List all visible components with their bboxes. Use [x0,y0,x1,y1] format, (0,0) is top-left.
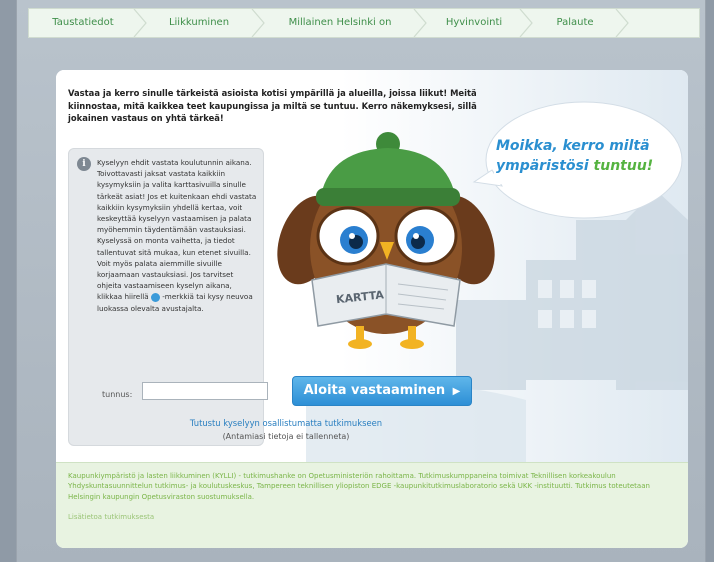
greeting-bubble-text: Moikka, kerro miltä ympäristösi tuntuu! [496,136,684,176]
step-navigation: Taustatiedot Liikkuminen Millainen Helsi… [28,8,700,38]
tunnus-input[interactable] [142,382,268,400]
chevron-divider-icon [251,9,265,37]
main-panel: Vastaa ja kerro sinulle tärkeistä asiois… [56,70,688,548]
chevron-divider-icon [413,9,427,37]
tunnus-label: tunnus: [102,390,133,399]
chevron-divider-icon [615,9,629,37]
greeting-line2-highlight: tuntuu! [593,158,654,174]
more-info-link[interactable]: Lisätietoa tutkimuksesta [68,513,154,521]
play-arrow-icon: ▶ [452,386,461,397]
info-icon: i [77,157,91,171]
chevron-divider-icon [519,9,533,37]
info-box: i Kyselyyn ehdit vastata koulutunnin aik… [68,148,264,446]
footer-text: Kaupunkiympäristö ja lasten liikkuminen … [68,472,650,501]
info-text-main: Kyselyyn ehdit vastata koulutunnin aikan… [97,158,257,302]
intro-text: Vastaa ja kerro sinulle tärkeistä asiois… [68,88,477,123]
nav-item-millainen-helsinki[interactable]: Millainen Helsinki on [265,9,415,37]
nav-item-hyvinvointi[interactable]: Hyvinvointi [427,9,521,37]
chevron-divider-icon [133,9,147,37]
data-not-saved-note: (Antamiasi tietoja ei tallenneta) [222,432,350,441]
footer: Kaupunkiympäristö ja lasten liikkuminen … [56,462,688,548]
greeting-line1: Moikka, kerro miltä [496,138,650,154]
greeting-line2: ympäristösi [496,158,589,174]
owl-mascot-illustration: KARTTA [277,132,495,349]
start-button-label: Aloita vastaaminen [303,383,446,398]
nav-item-liikkuminen[interactable]: Liikkuminen [147,9,251,37]
nav-item-taustatiedot[interactable]: Taustatiedot [31,9,135,37]
explore-without-participating-link[interactable]: Tutustu kyselyyn osallistumatta tutkimuk… [172,418,400,428]
start-answering-button[interactable]: Aloita vastaaminen ▶ [292,376,472,406]
nav-item-palaute[interactable]: Palaute [533,9,617,37]
inline-info-icon [150,292,160,302]
info-text: Kyselyyn ehdit vastata koulutunnin aikan… [97,157,259,314]
